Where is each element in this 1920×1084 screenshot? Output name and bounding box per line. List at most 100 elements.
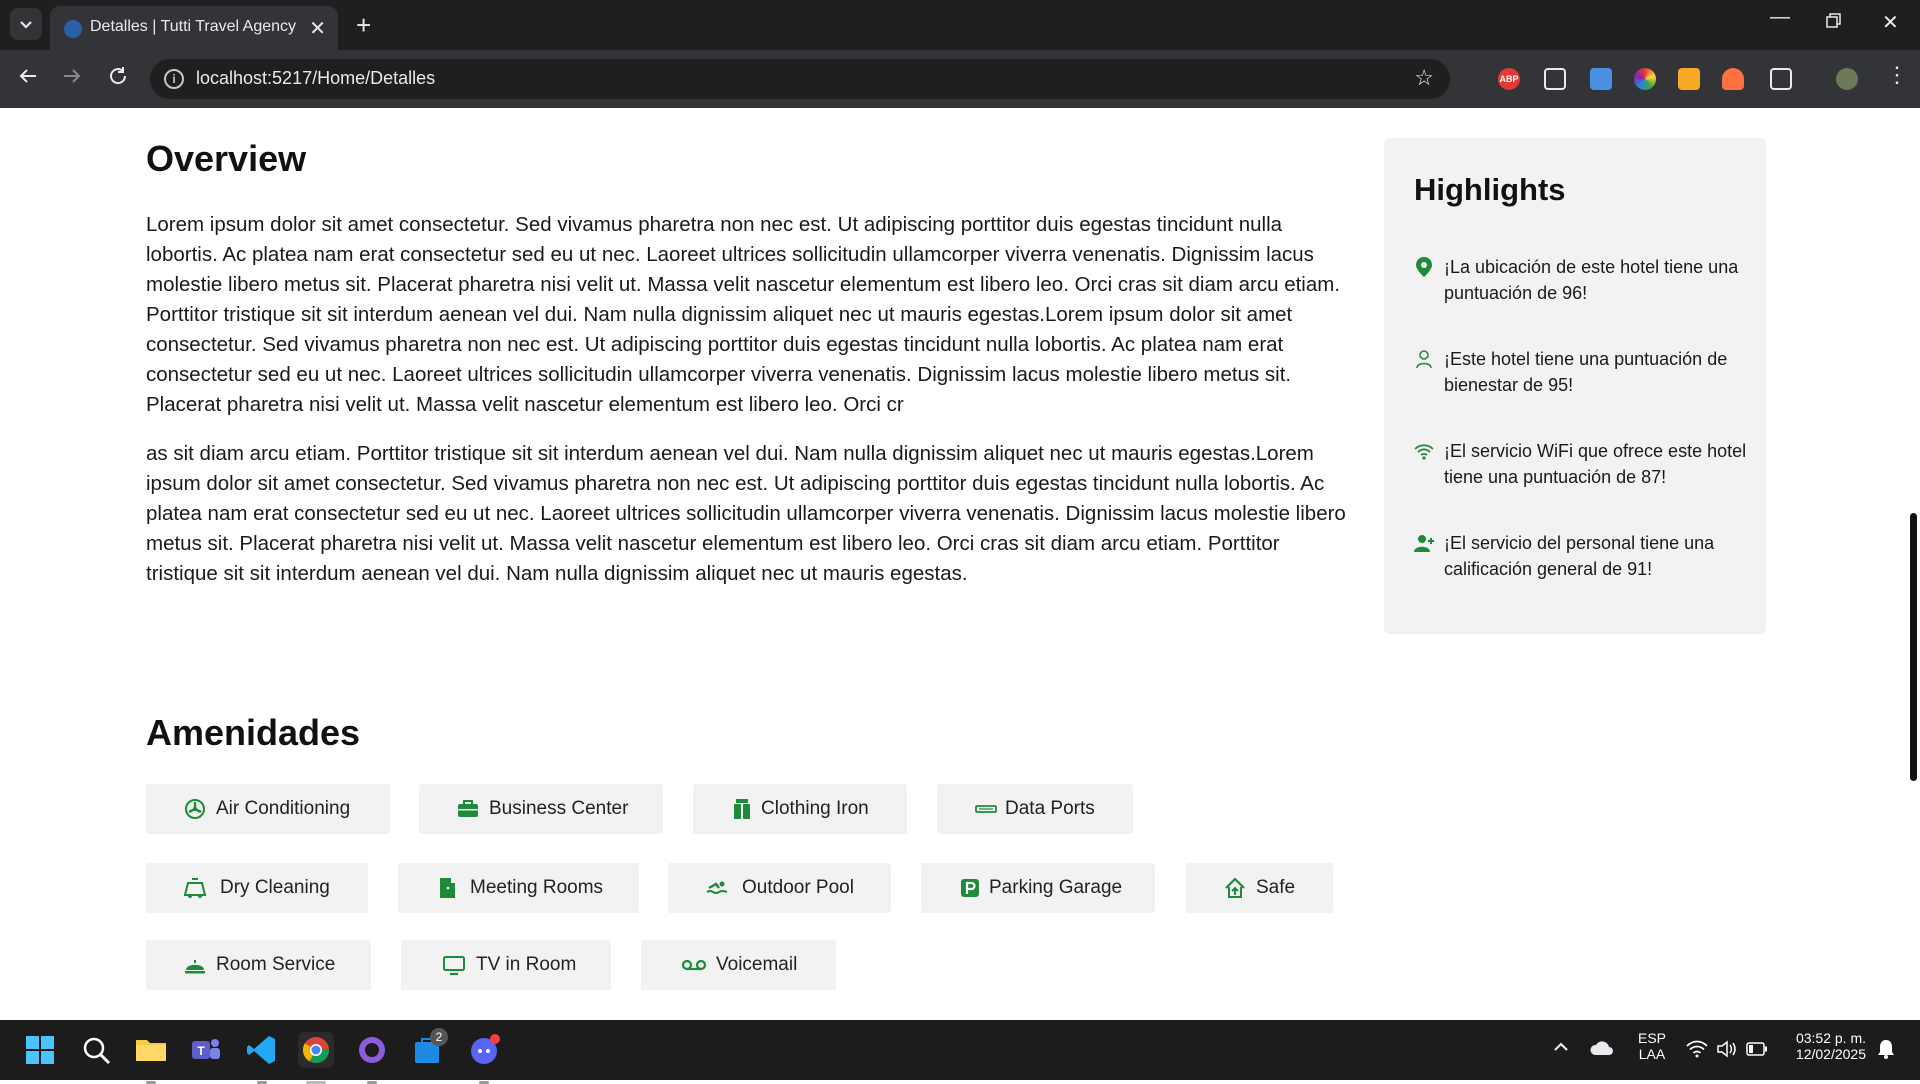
vscode-button[interactable] xyxy=(244,1032,280,1084)
amenity-safe: Safe xyxy=(1186,863,1333,913)
language-code: ESP xyxy=(1637,1030,1666,1046)
slides-extension-icon[interactable] xyxy=(1678,68,1700,90)
amenities-title: Amenidades xyxy=(146,712,361,753)
page-scrollbar[interactable] xyxy=(1910,513,1917,781)
amenity-label: Outdoor Pool xyxy=(742,877,854,898)
reload-button[interactable] xyxy=(106,64,130,94)
page-content: Overview Lorem ipsum dolor sit amet cons… xyxy=(0,108,1920,1020)
highlight-text: ¡Este hotel tiene una puntuación de bien… xyxy=(1444,349,1728,395)
location-pin-icon xyxy=(1416,257,1432,277)
minimize-button[interactable]: — xyxy=(1770,6,1790,29)
ms-store-button[interactable]: 2 xyxy=(410,1028,448,1068)
restore-button[interactable] xyxy=(1826,12,1842,35)
show-hidden-icons-button[interactable] xyxy=(1552,1038,1570,1060)
color-picker-extension-icon[interactable] xyxy=(1634,68,1656,90)
github-desktop-button[interactable] xyxy=(354,1032,390,1084)
battery-icon[interactable] xyxy=(1746,1042,1768,1060)
onedrive-icon[interactable] xyxy=(1590,1040,1614,1060)
clock-time: 03:52 p. m. xyxy=(1795,1030,1866,1046)
dry-cleaning-icon xyxy=(184,878,206,898)
browser-tab[interactable]: Detalles | Tutti Travel Agency ✕ xyxy=(50,6,338,50)
wifi-tray-icon[interactable] xyxy=(1686,1040,1708,1062)
svg-text:T: T xyxy=(197,1044,205,1058)
discord-button[interactable] xyxy=(466,1032,502,1084)
parking-icon xyxy=(961,879,979,897)
chevron-up-icon xyxy=(1554,1042,1568,1051)
highlight-text: ¡La ubicación de este hotel tiene una pu… xyxy=(1444,257,1739,303)
profile-avatar[interactable] xyxy=(1836,68,1858,90)
address-bar[interactable]: i localhost:5217/Home/Detalles ☆ xyxy=(150,59,1450,99)
vscode-icon xyxy=(247,1036,275,1064)
start-button[interactable] xyxy=(22,1032,58,1068)
safe-house-icon xyxy=(1225,877,1245,898)
amenity-air-conditioning: Air Conditioning xyxy=(146,784,390,834)
github-icon xyxy=(359,1037,385,1063)
chevron-down-icon xyxy=(20,21,32,29)
discord-icon xyxy=(471,1034,500,1064)
forward-button[interactable] xyxy=(60,64,84,94)
person-icon xyxy=(1416,350,1432,369)
browser-tab-bar: Detalles | Tutti Travel Agency ✕ + — ✕ xyxy=(0,0,1920,50)
volume-icon[interactable] xyxy=(1716,1040,1738,1062)
overview-paragraph-2: as sit diam arcu etiam. Porttitor tristi… xyxy=(146,442,1346,585)
close-window-button[interactable]: ✕ xyxy=(1882,10,1899,35)
restore-icon xyxy=(1826,13,1841,28)
arrow-left-icon xyxy=(19,69,36,83)
amenity-label: Dry Cleaning xyxy=(220,877,330,898)
clock[interactable]: 03:52 p. m. 12/02/2025 xyxy=(1782,1030,1866,1062)
browser-toolbar: i localhost:5217/Home/Detalles ☆ xyxy=(0,50,1920,108)
ethernet-icon xyxy=(975,805,997,813)
amenity-meeting-rooms: Meeting Rooms xyxy=(398,863,639,913)
amenity-label: Parking Garage xyxy=(989,877,1123,898)
fan-icon xyxy=(185,799,205,819)
amenity-label: Business Center xyxy=(489,798,629,819)
new-tab-button[interactable]: + xyxy=(356,10,371,41)
rocket-extension-icon[interactable] xyxy=(1722,68,1744,90)
tab-title: Detalles | Tutti Travel Agency xyxy=(90,18,297,35)
windows-logo-icon xyxy=(26,1036,54,1064)
picture-in-picture-extension-icon[interactable] xyxy=(1544,68,1566,90)
overview-title: Overview xyxy=(146,138,307,179)
notifications-bell-icon[interactable] xyxy=(1876,1038,1896,1064)
close-tab-icon[interactable]: ✕ xyxy=(309,16,326,41)
amenity-data-ports: Data Ports xyxy=(937,784,1133,834)
swimmer-icon xyxy=(706,881,728,894)
amenity-outdoor-pool: Outdoor Pool xyxy=(668,863,891,913)
site-info-icon[interactable]: i xyxy=(164,69,184,89)
extensions-puzzle-icon[interactable] xyxy=(1770,68,1792,90)
door-icon xyxy=(440,878,455,898)
amenity-label: Clothing Iron xyxy=(761,798,869,819)
adblock-extension-icon[interactable]: ABP xyxy=(1498,68,1520,90)
bookmark-star-icon[interactable]: ☆ xyxy=(1414,65,1434,91)
tab-search-button[interactable] xyxy=(10,8,42,40)
docs-extension-icon[interactable] xyxy=(1590,68,1612,90)
back-button[interactable] xyxy=(16,64,40,94)
chrome-button[interactable] xyxy=(298,1032,334,1084)
amenity-label: Safe xyxy=(1256,877,1296,898)
favicon-icon xyxy=(64,20,82,38)
file-explorer-button[interactable] xyxy=(133,1032,169,1084)
amenity-label: Room Service xyxy=(216,954,336,975)
wifi-icon xyxy=(1414,444,1434,460)
briefcase-icon xyxy=(458,800,478,817)
windows-taskbar: T 2 ESP LAA 03:52 p. m. 12/02/2025 xyxy=(0,1020,1920,1084)
amenity-label: Air Conditioning xyxy=(216,798,351,819)
browser-menu-icon[interactable]: ⋮ xyxy=(1886,64,1908,86)
tv-icon xyxy=(443,956,465,976)
search-button[interactable] xyxy=(78,1032,114,1068)
reload-icon xyxy=(110,67,127,85)
teams-button[interactable]: T xyxy=(188,1032,224,1068)
highlights-title: Highlights xyxy=(1414,172,1566,207)
cloche-icon xyxy=(185,960,205,974)
amenity-label: Voicemail xyxy=(716,954,798,975)
voicemail-icon xyxy=(681,959,707,971)
amenity-label: Meeting Rooms xyxy=(470,877,604,898)
amenity-voicemail: Voicemail xyxy=(641,940,836,990)
chrome-icon xyxy=(302,1037,330,1064)
overview-paragraph-1: Lorem ipsum dolor sit amet consectetur. … xyxy=(146,213,1341,416)
amenity-label: TV in Room xyxy=(476,954,577,975)
notification-badge: 2 xyxy=(430,1028,448,1046)
highlight-text: ¡El servicio del personal tiene una cali… xyxy=(1444,533,1715,579)
amenity-room-service: Room Service xyxy=(146,940,371,990)
language-indicator[interactable]: ESP LAA xyxy=(1636,1030,1668,1062)
